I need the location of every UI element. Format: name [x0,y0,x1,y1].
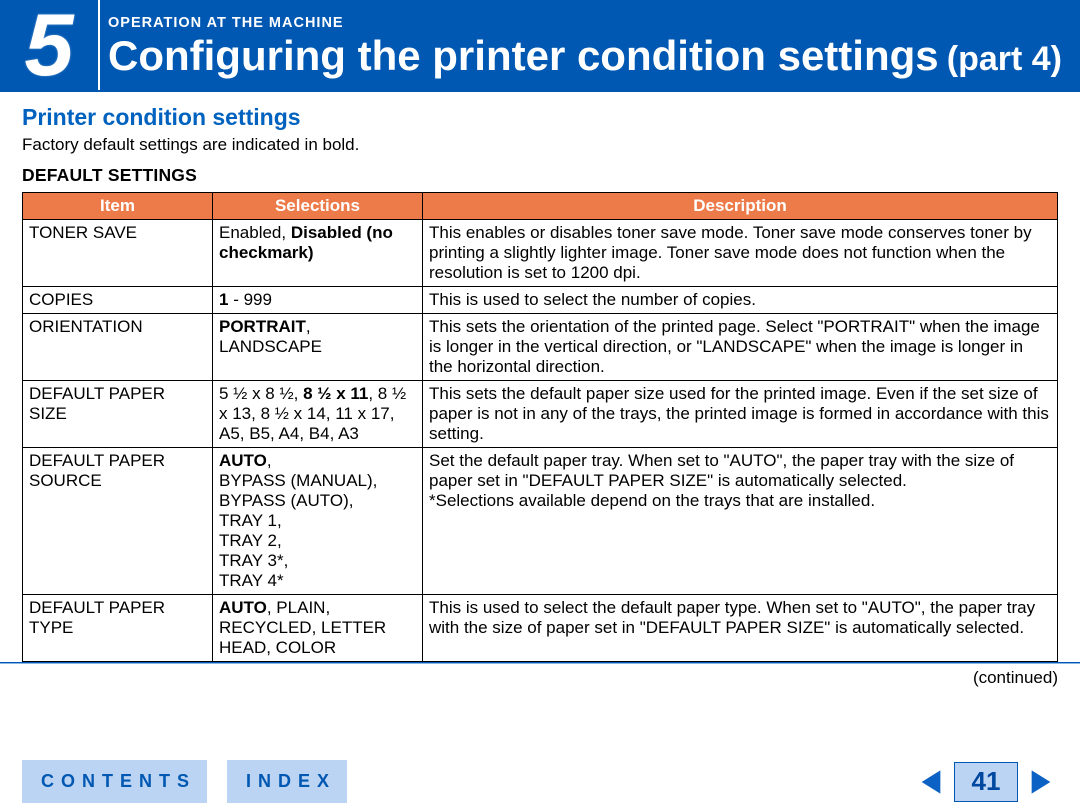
cell-item: DEFAULT PAPER SOURCE [23,448,213,595]
header-right: OPERATION AT THE MACHINE Configuring the… [100,0,1080,90]
cell-item: DEFAULT PAPER TYPE [23,595,213,662]
header-eyebrow: OPERATION AT THE MACHINE [108,15,1080,31]
cell-item: COPIES [23,287,213,314]
prev-page-icon[interactable] [914,765,948,799]
cell-description: Set the default paper tray. When set to … [423,448,1058,595]
cell-selections: Enabled, Disabled (no checkmark) [213,220,423,287]
part-label: (part 4) [947,40,1062,79]
cell-item: TONER SAVE [23,220,213,287]
table-row: DEFAULT PAPER SIZE5 ½ x 8 ½, 8 ½ x 11, 8… [23,381,1058,448]
cell-description: This is used to select the number of cop… [423,287,1058,314]
settings-table: Item Selections Description TONER SAVEEn… [22,192,1058,662]
page-header: 5 OPERATION AT THE MACHINE Configuring t… [0,0,1080,92]
section-heading: Printer condition settings [22,104,1058,131]
cell-description: This sets the orientation of the printed… [423,314,1058,381]
intro-paragraph: Factory default settings are indicated i… [22,135,1058,155]
cell-description: This is used to select the default paper… [423,595,1058,662]
table-row: DEFAULT PAPER SOURCEAUTO, BYPASS (MANUAL… [23,448,1058,595]
table-header-description: Description [423,193,1058,220]
table-row: DEFAULT PAPER TYPEAUTO, PLAIN, RECYCLED,… [23,595,1058,662]
content-area: Printer condition settings Factory defau… [0,92,1080,663]
cell-selections: PORTRAIT, LANDSCAPE [213,314,423,381]
table-row: TONER SAVEEnabled, Disabled (no checkmar… [23,220,1058,287]
chapter-number: 5 [0,0,100,90]
cell-description: This enables or disables toner save mode… [423,220,1058,287]
table-header-item: Item [23,193,213,220]
continued-label: (continued) [0,664,1080,688]
cell-description: This sets the default paper size used fo… [423,381,1058,448]
footer-bar: CONTENTS INDEX 41 [0,754,1080,809]
table-row: COPIES1 - 999This is used to select the … [23,287,1058,314]
subsection-heading: DEFAULT SETTINGS [22,165,1058,186]
cell-item: ORIENTATION [23,314,213,381]
contents-button[interactable]: CONTENTS [22,760,207,803]
cell-selections: AUTO, PLAIN, RECYCLED, LETTER HEAD, COLO… [213,595,423,662]
page-number: 41 [954,762,1018,802]
table-row: ORIENTATIONPORTRAIT, LANDSCAPEThis sets … [23,314,1058,381]
cell-item: DEFAULT PAPER SIZE [23,381,213,448]
index-button[interactable]: INDEX [227,760,347,803]
cell-selections: 1 - 999 [213,287,423,314]
page-title: Configuring the printer condition settin… [108,32,939,80]
cell-selections: 5 ½ x 8 ½, 8 ½ x 11, 8 ½ x 13, 8 ½ x 14,… [213,381,423,448]
cell-selections: AUTO, BYPASS (MANUAL), BYPASS (AUTO), TR… [213,448,423,595]
table-header-selections: Selections [213,193,423,220]
next-page-icon[interactable] [1024,765,1058,799]
